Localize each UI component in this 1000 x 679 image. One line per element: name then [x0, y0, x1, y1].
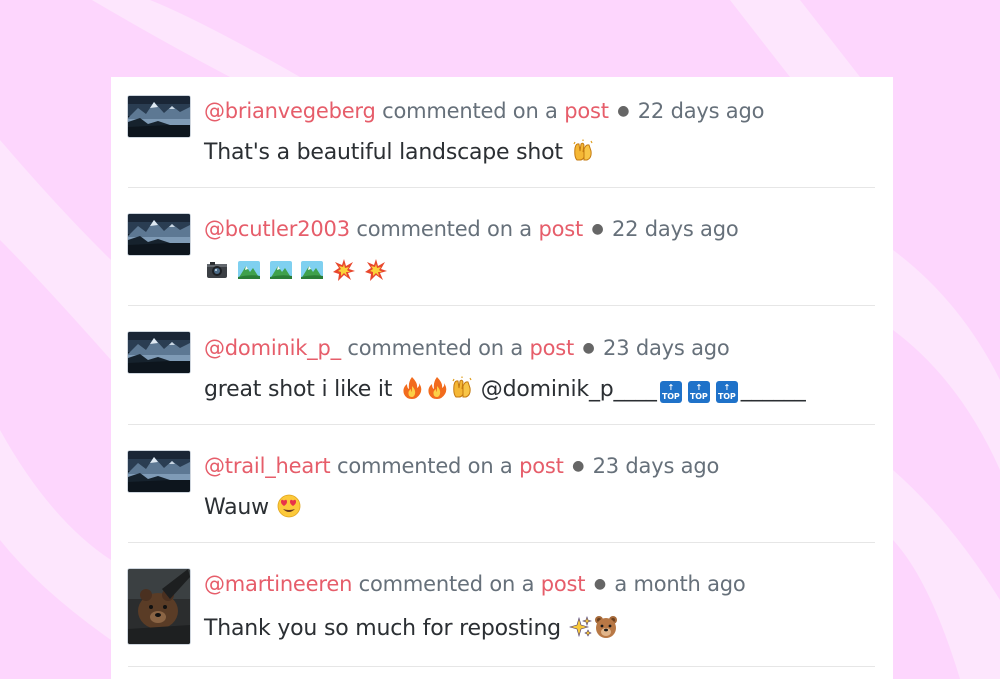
comment-time: 22 days ago [612, 217, 739, 241]
comment-meta: @dominik_p_ commented on a post ● 23 day… [204, 336, 730, 360]
comment-item: @martineeren commented on a post ● a mon… [128, 543, 875, 667]
action-text: commented on a [347, 336, 523, 360]
user-avatar[interactable] [128, 332, 190, 373]
comment-item: @brianvegeberg commented on a post ● 22 … [128, 77, 875, 188]
comment-time: 23 days ago [592, 454, 720, 478]
comments-card: @brianvegeberg commented on a post ● 22 … [111, 77, 893, 679]
comment-meta: @bcutler2003 commented on a post ● 22 da… [204, 217, 739, 241]
separator-dot: ● [617, 103, 630, 119]
action-text: commented on a [358, 572, 535, 596]
comment-body: great shot i like it [204, 377, 393, 402]
comment-meta: @brianvegeberg commented on a post ● 22 … [204, 99, 764, 123]
heart-eyes-emoji [277, 494, 301, 518]
post-link[interactable]: post [519, 454, 564, 478]
fire-emoji [425, 376, 449, 400]
separator-dot: ● [593, 576, 606, 592]
post-link[interactable]: post [564, 99, 609, 123]
comment-body: That's a beautiful landscape shot [204, 140, 563, 165]
comment-meta: @trail_heart commented on a post ● 23 da… [204, 454, 719, 478]
fire-emoji [400, 376, 424, 400]
comment-time: 22 days ago [637, 99, 765, 123]
user-avatar[interactable] [128, 451, 190, 492]
mountain-emoji [300, 258, 324, 282]
top-arrow-icon: ↑ TOP [687, 381, 710, 403]
top-arrow-icon: ↑ TOP [715, 381, 738, 403]
comment-time: a month ago [614, 572, 746, 596]
raising-hands-emoji [571, 139, 595, 163]
comment-text: great shot i like it @dominik_p____ ↑ TOP↑… [204, 376, 806, 403]
mountain-emoji [237, 258, 261, 282]
comment-text: That's a beautiful landscape shot [204, 139, 595, 165]
underscore-filler: ______ [740, 377, 806, 402]
post-link[interactable]: post [529, 336, 574, 360]
action-text: commented on a [356, 217, 532, 241]
comment-text: Thank you so much for reposting [204, 615, 618, 641]
username-link[interactable]: @martineeren [204, 572, 352, 596]
camera-emoji [205, 258, 229, 282]
comment-meta: @martineeren commented on a post ● a mon… [204, 572, 746, 596]
collision-emoji [332, 258, 356, 282]
mountain-emoji [269, 258, 293, 282]
username-link[interactable]: @trail_heart [204, 454, 331, 478]
user-avatar[interactable] [128, 96, 190, 137]
action-text: commented on a [382, 99, 558, 123]
separator-dot: ● [572, 458, 585, 474]
comment-item: @bcutler2003 commented on a post ● 22 da… [128, 188, 875, 306]
user-avatar[interactable] [128, 569, 190, 644]
comment-text [204, 258, 388, 284]
sparkles-emoji [569, 615, 593, 639]
username-link[interactable]: @bcutler2003 [204, 217, 350, 241]
separator-dot: ● [591, 221, 604, 237]
comment-body: Wauw [204, 495, 269, 520]
comment-time: 23 days ago [603, 336, 730, 360]
comment-item: @trail_heart commented on a post ● 23 da… [128, 425, 875, 543]
separator-dot: ● [582, 340, 595, 356]
action-text: commented on a [336, 454, 513, 478]
post-link[interactable]: post [538, 217, 583, 241]
comment-body: Thank you so much for reposting [204, 616, 561, 641]
underscore-filler: ___ [624, 377, 657, 402]
collision-emoji [364, 258, 388, 282]
top-arrow-icon: ↑ TOP [659, 381, 682, 403]
bear-face-emoji [594, 615, 618, 639]
comment-item: @dominik_p_ commented on a post ● 23 day… [128, 306, 875, 425]
username-link[interactable]: @dominik_p_ [204, 336, 341, 360]
comment-text: Wauw [204, 494, 301, 520]
user-avatar[interactable] [128, 214, 190, 255]
raising-hands-emoji [450, 376, 474, 400]
mention-text: @dominik_p_ [480, 377, 625, 402]
username-link[interactable]: @brianvegeberg [204, 99, 376, 123]
post-link[interactable]: post [541, 572, 586, 596]
